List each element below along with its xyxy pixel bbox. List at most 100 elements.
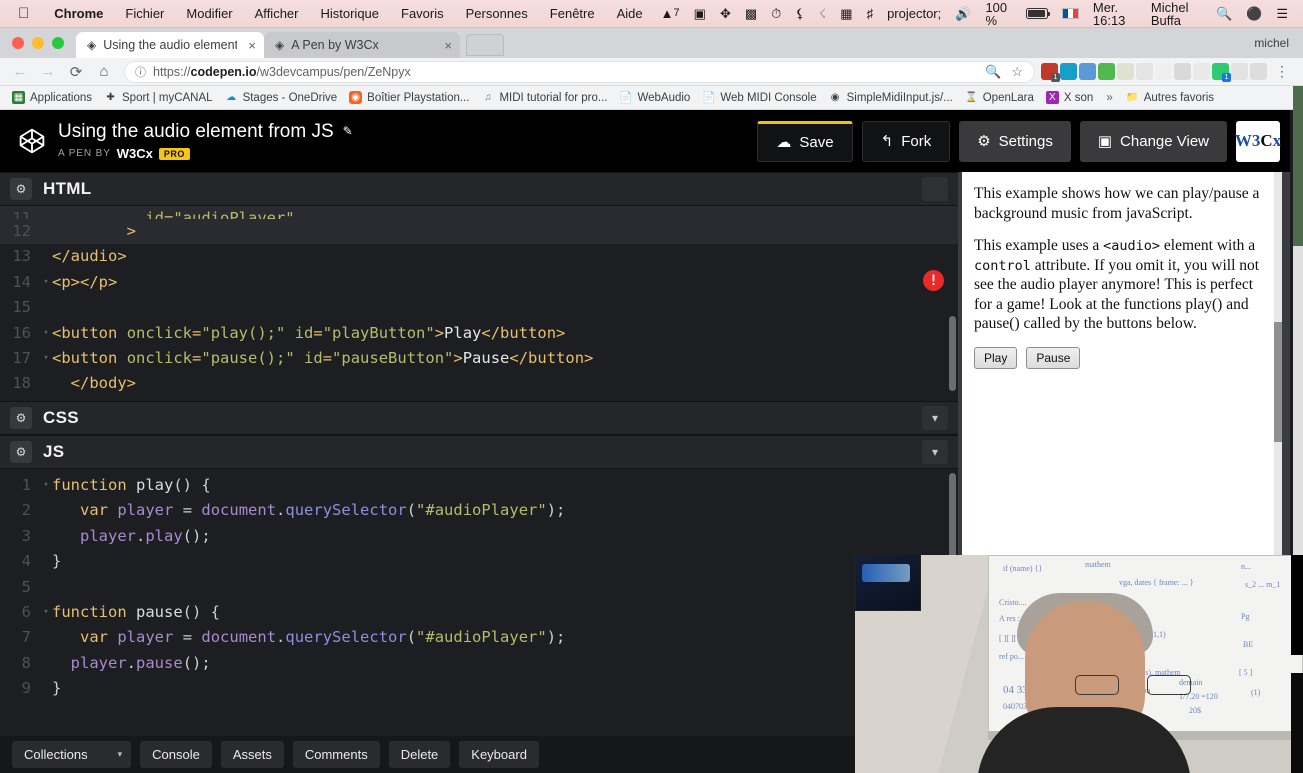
chevron-down-icon[interactable]: chevron-down-icon xyxy=(922,177,948,201)
fold-toggle[interactable]: ▾ xyxy=(40,346,52,371)
notification-center-icon[interactable]: ☰ xyxy=(1269,7,1295,20)
gear-icon[interactable]: ⚙ xyxy=(10,178,32,200)
window-close-button[interactable] xyxy=(12,37,24,49)
menubar-item-favoris[interactable]: Favoris xyxy=(390,6,455,21)
fold-toggle[interactable] xyxy=(40,371,52,396)
bookmark-midi-tutorial[interactable]: ♫ MIDI tutorial for pro... xyxy=(475,89,613,106)
address-bar[interactable]: ⓘ https://codepen.io/w3devcampus/pen/ZeN… xyxy=(124,60,1035,83)
fork-button[interactable]: ↰ Fork xyxy=(861,120,951,162)
adobe-icon[interactable]: ▲ 7 xyxy=(654,7,687,20)
pause-button[interactable]: Pause xyxy=(1026,346,1081,369)
menubar-item-modifier[interactable]: Modifier xyxy=(175,6,243,21)
byline-author[interactable]: W3Cx xyxy=(117,146,153,161)
menubar-item-historique[interactable]: Historique xyxy=(309,6,390,21)
bluetooth-icon[interactable]: ☇ xyxy=(812,7,833,20)
fold-toggle[interactable] xyxy=(40,219,52,244)
search-binoculars-icon[interactable]: ⚸ xyxy=(788,7,812,20)
fold-toggle[interactable] xyxy=(40,651,52,676)
close-icon[interactable]: × xyxy=(244,38,256,53)
fold-toggle[interactable]: ▾ xyxy=(40,473,52,498)
dropbox-icon[interactable]: ✥ xyxy=(713,7,738,20)
js-editor-code[interactable]: 1 ▾ function play() { 2 var player = doc… xyxy=(0,469,958,727)
bookmark-boitier-playstation[interactable]: ◉ Boîtier Playstation... xyxy=(343,89,475,106)
console-button[interactable]: Console xyxy=(140,741,212,768)
js-editor-header[interactable]: ⚙ JS ▾ xyxy=(0,435,958,469)
bookmark-openlara[interactable]: ⌛ OpenLara xyxy=(959,89,1040,106)
fold-toggle[interactable] xyxy=(40,676,52,701)
menubar-item-afficher[interactable]: Afficher xyxy=(244,6,310,21)
keyboard-icon[interactable]: ▦ xyxy=(833,7,859,20)
fold-toggle[interactable]: ▾ xyxy=(40,397,52,401)
browser-tab-active[interactable]: ◈ Using the audio element from .. × xyxy=(76,32,264,58)
extension-icon-10[interactable] xyxy=(1231,63,1248,80)
star-icon[interactable]: ☆ xyxy=(1006,64,1028,80)
bookmark-autres-favoris[interactable]: 📁 Autres favoris xyxy=(1120,89,1220,106)
home-icon[interactable]: ⌂ xyxy=(90,60,118,84)
change-view-button[interactable]: ▣ Change View xyxy=(1079,120,1227,162)
bookmark-applications[interactable]: ▦ Applications xyxy=(6,89,98,106)
html-editor-code[interactable]: 11 id="audioPlayer" 12 > 13 </audio> 14 … xyxy=(0,206,958,401)
bookmark-simplemidiinput[interactable]: ◉ SimpleMidiInput.js/... xyxy=(823,89,959,106)
fold-toggle[interactable]: ▾ xyxy=(40,321,52,346)
bookmark-web-midi-console[interactable]: 📄 Web MIDI Console xyxy=(696,89,822,106)
cast-icon[interactable] xyxy=(1193,63,1210,80)
preview-scrollbar[interactable] xyxy=(1274,172,1282,618)
gear-icon[interactable]: ⚙ xyxy=(10,441,32,463)
display-icon[interactable]: ▩ xyxy=(738,7,764,20)
extension-icon-6[interactable] xyxy=(1136,63,1153,80)
battery-icon[interactable] xyxy=(1019,8,1055,19)
extension-icon-7[interactable] xyxy=(1155,63,1172,80)
pencil-icon[interactable]: ✎ xyxy=(343,124,353,139)
browser-tab-inactive[interactable]: ◈ A Pen by W3Cx × xyxy=(264,32,460,58)
screen-record-icon[interactable]: ▣ xyxy=(687,7,713,20)
w3cx-brand-logo[interactable]: W3Cx xyxy=(1235,120,1281,162)
play-button[interactable]: Play xyxy=(974,346,1018,369)
extension-icon-5[interactable] xyxy=(1117,63,1134,80)
chevron-down-icon[interactable]: ▾ xyxy=(922,406,948,430)
fold-toggle[interactable] xyxy=(40,295,52,320)
save-button[interactable]: ☁ Save xyxy=(757,120,853,162)
comments-button[interactable]: Comments xyxy=(292,741,380,768)
fold-toggle[interactable]: ▾ xyxy=(40,600,52,625)
magnifier-icon[interactable]: 🔍 xyxy=(980,64,1006,80)
extension-icon-9[interactable]: 1 xyxy=(1212,63,1231,82)
profile-name[interactable]: michel xyxy=(1254,36,1303,58)
apple-icon[interactable]:  xyxy=(0,6,43,21)
back-icon[interactable]: ← xyxy=(6,60,34,84)
menubar-item-personnes[interactable]: Personnes xyxy=(455,6,539,21)
fold-toggle[interactable] xyxy=(40,625,52,650)
chevron-down-icon[interactable]: ▾ xyxy=(922,440,948,464)
html-editor-scrollbar[interactable] xyxy=(949,316,956,391)
fold-toggle[interactable] xyxy=(40,244,52,269)
bookmark-stages-onedrive[interactable]: ☁ Stages - OneDrive xyxy=(219,89,344,106)
menubar-item-chrome[interactable]: Chrome xyxy=(43,6,114,21)
info-circle-icon[interactable]: ⓘ xyxy=(135,64,146,80)
fold-toggle[interactable] xyxy=(40,575,52,600)
extension-icon-2[interactable] xyxy=(1060,63,1077,80)
fold-toggle[interactable]: ▾ xyxy=(40,270,52,295)
extension-icon-4[interactable] xyxy=(1098,63,1115,80)
menubar-item-fichier[interactable]: Fichier xyxy=(114,6,175,21)
error-badge[interactable]: ! xyxy=(923,270,944,291)
menubar-datetime[interactable]: Mer. 16:13 xyxy=(1086,1,1144,27)
flag-fr-icon[interactable] xyxy=(1055,8,1086,19)
close-icon[interactable]: × xyxy=(440,38,452,53)
menubar-item-aide[interactable]: Aide xyxy=(606,6,654,21)
fold-toggle[interactable] xyxy=(40,524,52,549)
airplay-icon[interactable]: projector; xyxy=(880,7,948,20)
extension-icon-11[interactable] xyxy=(1250,63,1267,80)
delete-button[interactable]: Delete xyxy=(388,741,451,768)
extension-icon-8[interactable] xyxy=(1174,63,1191,80)
assets-button[interactable]: Assets xyxy=(220,741,284,768)
kebab-menu-icon[interactable]: ⋮ xyxy=(1269,63,1295,80)
fold-toggle[interactable] xyxy=(40,498,52,523)
page-title[interactable]: Using the audio element from JS ✎ xyxy=(58,121,353,143)
window-zoom-button[interactable] xyxy=(52,37,64,49)
gear-icon[interactable]: ⚙ xyxy=(10,407,32,429)
collections-dropdown[interactable]: Collections ▾ xyxy=(12,741,132,768)
bookmarks-overflow-button[interactable]: » xyxy=(1099,92,1119,104)
menubar-item-fenetre[interactable]: Fenêtre xyxy=(539,6,606,21)
new-tab-button[interactable] xyxy=(466,34,504,56)
extension-icon-1[interactable]: 1 xyxy=(1041,63,1060,82)
volume-icon[interactable]: 🔊 xyxy=(948,7,978,20)
